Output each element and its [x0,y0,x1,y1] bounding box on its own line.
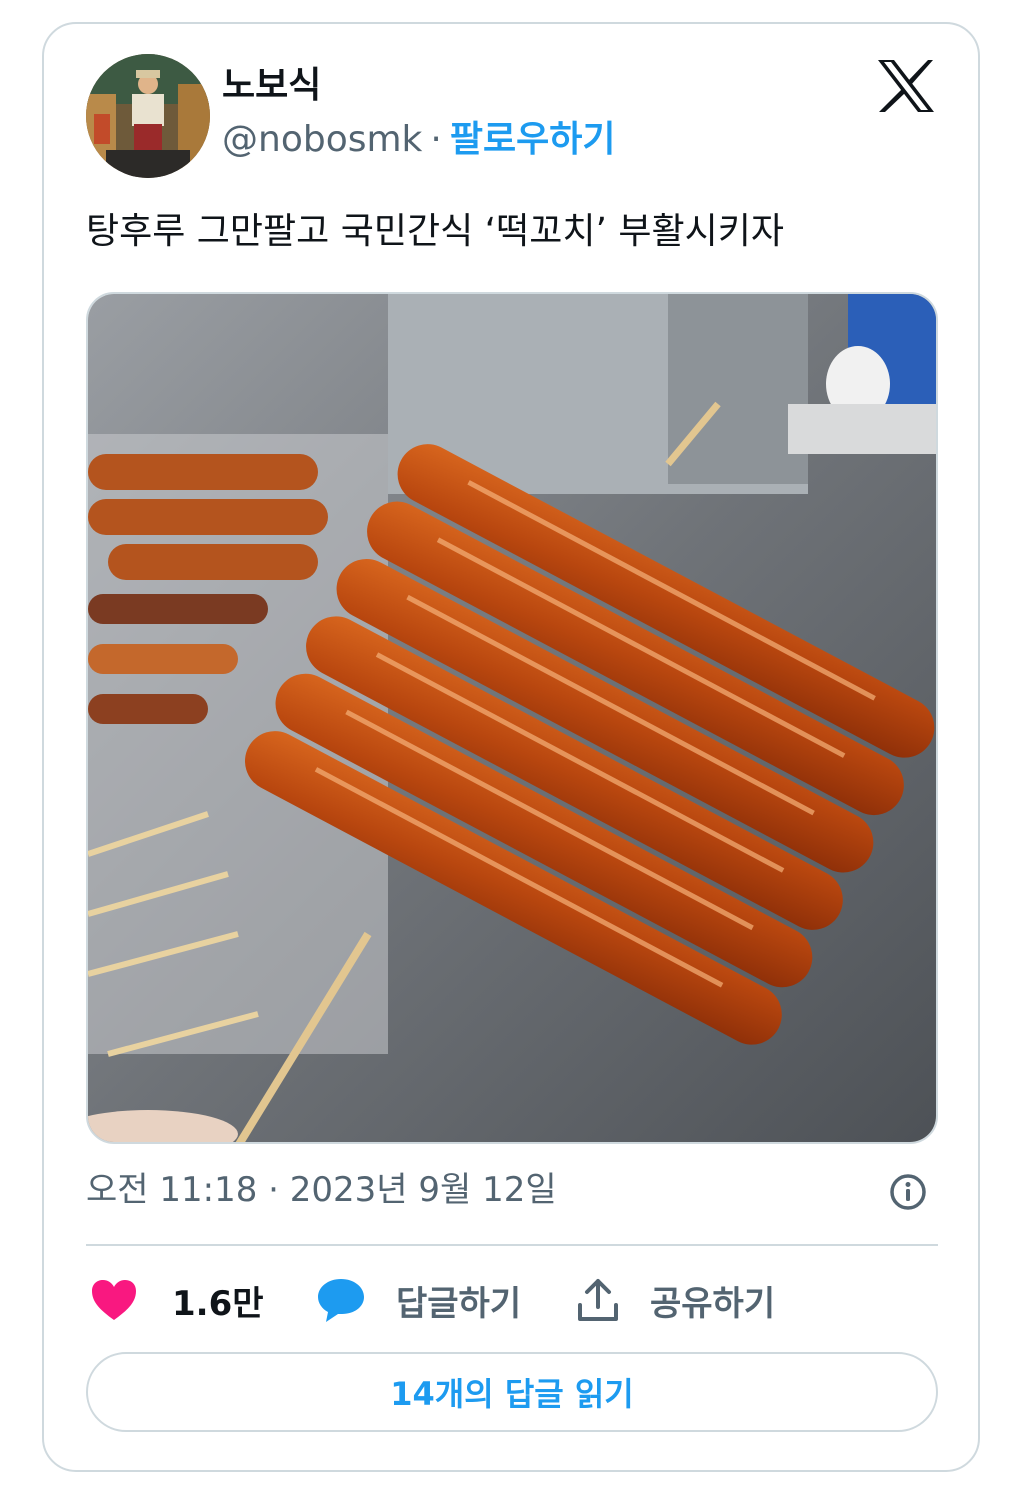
heart-icon [92,1280,136,1320]
tweet-photo[interactable] [86,292,938,1144]
handle-row: @nobosmk · 팔로우하기 [222,116,615,164]
reply-button[interactable]: 답글하기 [316,1272,521,1328]
reply-label: 답글하기 [396,1283,522,1324]
like-button[interactable]: 1.6만 [90,1272,264,1328]
follow-button[interactable]: 팔로우하기 [450,119,616,160]
x-logo-icon[interactable] [876,58,936,114]
divider [86,1244,938,1246]
like-count: 1.6만 [172,1283,264,1324]
read-replies-button[interactable]: 14개의 답글 읽기 [86,1352,938,1432]
separator-dot: · [430,119,442,160]
user-handle[interactable]: @nobosmk [222,119,422,160]
share-label: 공유하기 [650,1283,776,1324]
tweet-timestamp[interactable]: 오전 11:18 · 2023년 9월 12일 [86,1166,557,1214]
share-upload-icon [578,1279,618,1321]
avatar[interactable] [86,54,210,178]
share-button[interactable]: 공유하기 [576,1272,775,1328]
display-name[interactable]: 노보식 [222,62,321,110]
tweet-text: 탕후루 그만팔고 국민간식 ‘떡꼬치’ 부활시키자 [86,211,784,252]
speech-bubble-icon [318,1279,364,1322]
info-icon[interactable] [888,1172,928,1212]
